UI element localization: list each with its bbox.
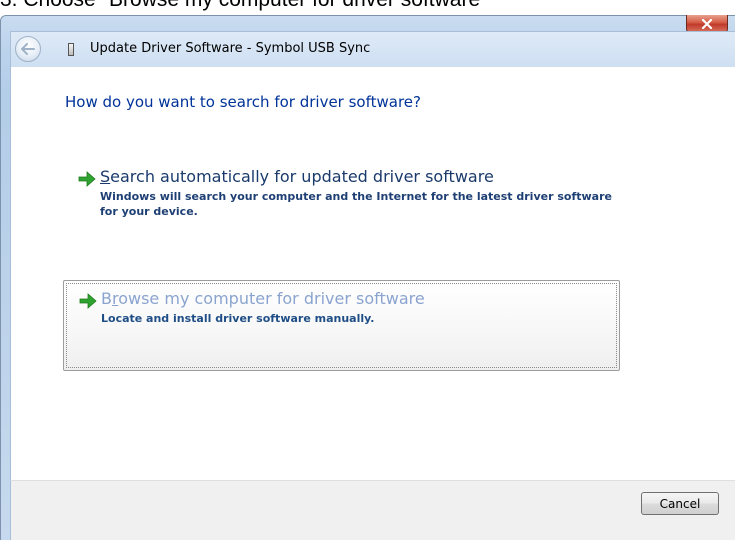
- cancel-button[interactable]: Cancel: [641, 492, 719, 515]
- option-search-title-rest: earch automatically for updated driver s…: [110, 167, 494, 186]
- back-arrow-icon: [21, 43, 35, 55]
- option-browse-title: Browse my computer for driver software: [101, 289, 425, 308]
- back-button[interactable]: [15, 36, 41, 62]
- header-bar: Update Driver Software - Symbol USB Sync: [10, 31, 735, 67]
- green-arrow-icon: [78, 171, 96, 187]
- dialog-footer: Cancel: [10, 480, 735, 540]
- option-search-description: Windows will search your computer and th…: [100, 190, 612, 218]
- option-browse-description: Locate and install driver software manua…: [101, 312, 375, 325]
- window-title: Update Driver Software - Symbol USB Sync: [90, 41, 371, 56]
- option-search-title: Search automatically for updated driver …: [100, 167, 494, 186]
- option-browse-title-prefix: B: [101, 289, 112, 308]
- instruction-caption: 3. Choose "Browse my computer for driver…: [0, 0, 488, 12]
- option-search-hotkey: S: [100, 167, 111, 186]
- green-arrow-icon: [79, 293, 97, 309]
- page-question: How do you want to search for driver sof…: [65, 93, 421, 111]
- option-browse-title-rest: owse my computer for driver software: [118, 289, 425, 308]
- usb-device-icon: [68, 43, 74, 56]
- option-search-automatically[interactable]: Search automatically for updated driver …: [63, 165, 620, 237]
- close-x-icon: [701, 18, 713, 29]
- screenshot-root: 3. Choose "Browse my computer for driver…: [0, 0, 735, 540]
- update-driver-window: Update Driver Software - Symbol USB Sync…: [0, 15, 735, 540]
- option-browse-computer[interactable]: Browse my computer for driver software L…: [63, 280, 620, 371]
- dialog-content: How do you want to search for driver sof…: [10, 67, 735, 480]
